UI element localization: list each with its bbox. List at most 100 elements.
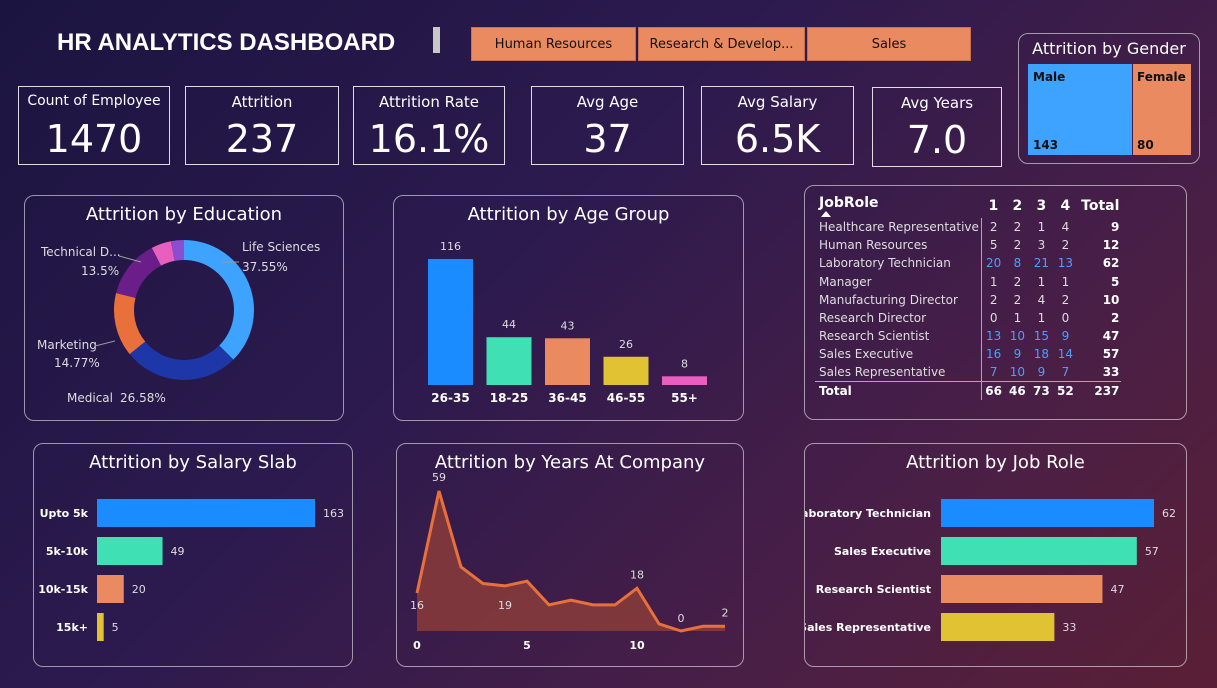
salary-bar-chart: Upto 5k 163 5k-10k 49 10k-15k 20 15k+ 5 xyxy=(38,499,344,641)
kpi-value: 7.0 xyxy=(906,118,968,162)
edu-label-technical: Technical D... xyxy=(40,245,121,259)
header-3[interactable]: 3 xyxy=(1029,194,1053,218)
gender-female-label: Female xyxy=(1137,70,1186,84)
total-cell: 9 xyxy=(1111,220,1120,235)
age-bar[interactable] xyxy=(486,337,532,385)
age-bar[interactable] xyxy=(603,356,649,385)
value-cell: 2 xyxy=(980,290,1006,309)
hbar[interactable] xyxy=(941,575,1103,603)
kpi-value: 6.5K xyxy=(734,117,821,161)
edu-pct-marketing: 14.77% xyxy=(54,356,100,370)
kpi-value: 37 xyxy=(583,117,632,161)
table-header-row: JobRole 1 2 3 4 Total xyxy=(815,194,1121,218)
age-category-label: 36-45 xyxy=(548,391,586,405)
age-category-label: 46-55 xyxy=(607,391,645,405)
hbar[interactable] xyxy=(97,575,124,603)
age-bar[interactable] xyxy=(428,259,473,385)
header-2[interactable]: 2 xyxy=(1005,194,1029,218)
jobrole-matrix: JobRole 1 2 3 4 Total Healthcare Represe… xyxy=(815,194,1122,400)
table-row[interactable]: Sales Representative 7 10 9 7 33 xyxy=(815,363,1121,382)
donut-slice[interactable] xyxy=(116,247,162,298)
years-data-label: 2 xyxy=(722,606,729,619)
slicer-research-development[interactable]: Research & Develop... xyxy=(638,27,805,61)
hbar[interactable] xyxy=(941,499,1154,527)
years-area-chart: 16 59 19 18 0 2 0 5 10 xyxy=(410,471,729,652)
hbar-value: 20 xyxy=(132,583,146,596)
table-row[interactable]: Research Director 0 1 1 0 2 xyxy=(815,308,1121,328)
education-donut-chart: Life Sciences 37.55% Technical D... 13.5… xyxy=(37,240,320,405)
age-category-label: 18-25 xyxy=(490,391,528,405)
value-cell: 1 xyxy=(1061,274,1070,289)
hbar[interactable] xyxy=(941,537,1137,565)
jobrole-table-panel: JobRole 1 2 3 4 Total Healthcare Represe… xyxy=(804,185,1187,420)
jobrole-cell: Healthcare Representative xyxy=(819,220,979,235)
hbar-value: 5 xyxy=(112,621,119,634)
hbar[interactable] xyxy=(97,613,104,641)
hbar[interactable] xyxy=(97,537,163,565)
value-cell: 1 xyxy=(980,272,1006,291)
value-cell: 3 xyxy=(1037,238,1046,253)
dashboard-title: HR ANALYTICS DASHBOARD xyxy=(57,29,396,56)
hbar-value: 47 xyxy=(1110,583,1124,596)
total-label: Total xyxy=(819,384,852,399)
jobrole-cell: Laboratory Technician xyxy=(819,256,951,271)
hbar-category-label: Research Scientist xyxy=(816,583,931,596)
age-bar-value: 43 xyxy=(561,319,575,332)
years-area xyxy=(417,491,725,631)
header-jobrole[interactable]: JobRole xyxy=(815,194,981,218)
table-row[interactable]: Manufacturing Director 2 2 4 2 10 xyxy=(815,290,1121,309)
table-row[interactable]: Human Resources 5 2 3 2 12 xyxy=(815,236,1121,255)
years-data-label: 0 xyxy=(678,612,685,625)
age-bar-chart: 116 26-35 44 18-25 43 36-45 26 46-55 8 55+ xyxy=(428,240,707,405)
value-cell: 1 xyxy=(1013,311,1022,326)
header-4[interactable]: 4 xyxy=(1053,194,1077,218)
total-cell: 10 xyxy=(1102,292,1120,307)
value-cell: 13 xyxy=(980,327,1006,346)
edu-pct-life-sciences: 37.55% xyxy=(242,260,288,274)
hbar[interactable] xyxy=(941,613,1055,641)
jobrole-panel: Attrition by Job Role aboratory Technici… xyxy=(804,443,1187,667)
hbar-category-label: 5k-10k xyxy=(46,545,89,558)
table-row[interactable]: Manager 1 2 1 1 5 xyxy=(815,272,1121,291)
kpi-label: Attrition Rate xyxy=(379,93,479,111)
donut-slice[interactable] xyxy=(129,341,234,380)
value-cell: 0 xyxy=(1061,311,1070,326)
gender-female-tile[interactable]: Female 80 xyxy=(1133,64,1191,155)
table-row[interactable]: Sales Executive 16 9 18 14 57 xyxy=(815,345,1121,364)
slicer-human-resources[interactable]: Human Resources xyxy=(471,27,636,61)
kpi-attrition-rate: Attrition Rate 16.1% xyxy=(353,86,505,165)
total-2: 46 xyxy=(1009,384,1026,399)
years-tick-label: 5 xyxy=(523,639,531,652)
hbar[interactable] xyxy=(97,499,315,527)
hbar-category-label: 15k+ xyxy=(56,621,88,634)
donut-slice[interactable] xyxy=(113,293,146,355)
jobrole-cell: Manager xyxy=(819,274,872,289)
header-total[interactable]: Total xyxy=(1077,194,1121,218)
table-row[interactable]: Research Scientist 13 10 15 9 47 xyxy=(815,327,1121,346)
total-4: 52 xyxy=(1057,384,1074,399)
edu-label-life-sciences: Life Sciences xyxy=(242,240,320,254)
donut-slice[interactable] xyxy=(184,240,254,360)
value-cell: 7 xyxy=(980,363,1006,382)
table-row[interactable]: Laboratory Technician 20 8 21 13 62 xyxy=(815,254,1121,273)
age-bar-value: 44 xyxy=(502,318,516,331)
table-row[interactable]: Healthcare Representative 2 2 1 4 9 xyxy=(815,218,1121,237)
age-bar[interactable] xyxy=(545,338,590,385)
age-category-label: 55+ xyxy=(671,391,698,405)
value-cell: 0 xyxy=(980,308,1006,328)
years-data-label: 16 xyxy=(410,599,424,612)
value-cell: 5 xyxy=(980,236,1006,255)
header-1[interactable]: 1 xyxy=(981,194,1005,218)
value-cell: 7 xyxy=(1061,365,1070,380)
hbar-category-label: Sales Representative xyxy=(805,621,931,634)
gender-female-value: 80 xyxy=(1137,138,1154,152)
age-bar[interactable] xyxy=(662,376,707,385)
years-data-label: 59 xyxy=(432,471,446,484)
gender-male-tile[interactable]: Male 143 xyxy=(1028,64,1132,155)
value-cell: 2 xyxy=(1013,274,1022,289)
slicer-sales[interactable]: Sales xyxy=(807,27,971,61)
kpi-attrition: Attrition 237 xyxy=(185,86,339,165)
gender-male-value: 143 xyxy=(1033,138,1059,152)
value-cell: 2 xyxy=(1013,292,1022,307)
value-cell: 1 xyxy=(1037,220,1046,235)
